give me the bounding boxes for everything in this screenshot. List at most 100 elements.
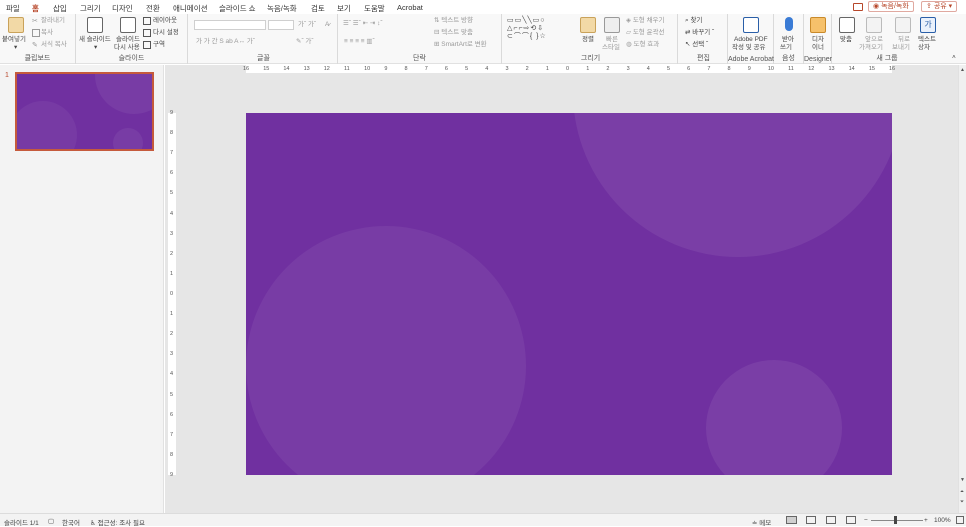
font-style-buttons[interactable]: 가 가 간 S ab A↔ 가ˇ <box>196 38 255 46</box>
tab-slideshow[interactable]: 슬라이드 쇼 <box>219 3 256 14</box>
quick-styles-line2[interactable]: 스타일 <box>602 44 620 52</box>
textbox-line2[interactable]: 상자 <box>918 44 930 52</box>
designer-line1[interactable]: 디자 <box>812 36 824 44</box>
slide-thumbnail[interactable] <box>15 72 154 151</box>
reuse-slides-icon[interactable] <box>120 17 136 33</box>
smartart-button[interactable]: ⊞ SmartArt로 변환 <box>434 41 487 49</box>
tab-file[interactable]: 파일 <box>6 3 20 14</box>
slide-canvas[interactable] <box>246 113 892 475</box>
layout-button[interactable]: 레이아웃 <box>153 17 177 25</box>
zoom-in-icon[interactable]: + <box>924 517 928 524</box>
tab-transitions[interactable]: 전환 <box>146 3 160 14</box>
quick-styles-line1[interactable]: 빠른 <box>606 36 618 44</box>
paste-button[interactable]: 붙여넣기 <box>2 36 26 44</box>
spellcheck-icon[interactable]: ▢ <box>48 517 54 525</box>
shape-fill-button[interactable]: ◈ 도형 채우기 <box>626 17 665 25</box>
list-buttons[interactable]: ☰ˇ ☰ˇ ⇤ ⇥ ↕ˇ <box>343 20 383 28</box>
font-group: 가ˆ 가ˇ A̷ 가 가 간 S ab A↔ 가ˇ ✎ˇ 가ˇ 글꼴 <box>190 14 338 64</box>
v-ruler-label: 7 <box>170 150 174 157</box>
designer-line2[interactable]: 이너 <box>812 44 824 52</box>
arrange-button[interactable]: 정렬 <box>582 36 594 44</box>
align-button[interactable]: 맞춤 <box>840 36 852 44</box>
tab-help[interactable]: 도움말 <box>364 3 385 14</box>
text-direction-button[interactable]: ⇅ 텍스트 방향 <box>434 17 473 25</box>
h-ruler-label: 14 <box>283 66 290 72</box>
tab-acrobat[interactable]: Acrobat <box>397 3 423 12</box>
tab-review[interactable]: 검토 <box>311 3 325 14</box>
next-slide-icon[interactable]: ⏷ <box>960 499 964 505</box>
h-ruler-label: 1 <box>586 66 590 72</box>
reuse-slides-line2[interactable]: 다시 사용 <box>114 44 140 52</box>
tab-design[interactable]: 디자인 <box>112 3 133 14</box>
adobe-pdf-line1[interactable]: Adobe PDF <box>734 36 768 44</box>
font-name-combobox[interactable] <box>194 20 266 30</box>
tab-record[interactable]: 녹음/녹화 <box>267 3 297 14</box>
zoom-slider[interactable] <box>871 520 923 521</box>
microphone-icon[interactable] <box>785 17 793 31</box>
align-icon[interactable] <box>839 17 855 33</box>
tab-home[interactable]: 홈 <box>32 3 39 17</box>
new-slide-button[interactable]: 새 슬라이드 <box>79 36 111 44</box>
copy-button[interactable]: 복사 <box>41 29 53 37</box>
shape-outline-button[interactable]: ▱ 도형 윤곽선 <box>626 29 665 37</box>
dictate-line2[interactable]: 쓰기 <box>780 44 792 52</box>
font-color-icons[interactable]: ✎ˇ 가ˇ <box>296 38 314 46</box>
quick-styles-icon[interactable] <box>604 17 620 33</box>
bring-forward-icon[interactable] <box>866 17 882 33</box>
find-button[interactable]: ⌕ 찾기 <box>685 17 702 25</box>
reuse-slides-line1[interactable]: 슬라이드 <box>116 36 140 44</box>
scroll-up-icon[interactable]: ▲ <box>960 67 965 73</box>
slideshow-view-icon[interactable] <box>846 516 856 524</box>
send-backward-line2[interactable]: 보내기 <box>892 44 910 52</box>
zoom-slider-thumb[interactable] <box>894 516 897 524</box>
send-backward-line1[interactable]: 뒤로 <box>898 36 910 44</box>
reading-view-icon[interactable] <box>826 516 836 524</box>
prev-slide-icon[interactable]: ⏶ <box>960 489 964 495</box>
textbox-icon[interactable]: 가 <box>920 17 936 33</box>
tab-view[interactable]: 보기 <box>337 3 351 14</box>
select-button[interactable]: ↖ 선택 ˇ <box>685 41 708 49</box>
editing-group-label: 편집 <box>697 55 710 62</box>
normal-view-icon[interactable] <box>786 516 797 524</box>
designer-icon[interactable] <box>810 17 826 33</box>
bring-forward-line2[interactable]: 가져오기 <box>859 44 883 52</box>
reset-button[interactable]: 다시 설정 <box>153 29 179 37</box>
zoom-level[interactable]: 100% <box>934 517 951 524</box>
fit-to-window-icon[interactable] <box>956 516 964 524</box>
bring-forward-line1[interactable]: 앞으로 <box>865 36 883 44</box>
zoom-out-icon[interactable]: − <box>864 517 868 524</box>
format-painter-button[interactable]: 서식 복사 <box>41 41 67 49</box>
v-ruler-label: 3 <box>170 351 174 358</box>
font-size-combobox[interactable] <box>268 20 294 30</box>
record-button[interactable]: ◉ 녹음/녹화 <box>868 1 914 12</box>
tab-insert[interactable]: 삽입 <box>53 3 67 14</box>
cut-button[interactable]: 잘라내기 <box>41 17 65 25</box>
tab-animations[interactable]: 애니메이션 <box>173 3 208 14</box>
new-slide-icon[interactable] <box>87 17 103 33</box>
dictate-line1[interactable]: 받아 <box>782 36 794 44</box>
section-button[interactable]: 구역 <box>153 41 165 49</box>
h-ruler-label: 0 <box>566 66 570 72</box>
share-button[interactable]: ⇪ 공유 ▾ <box>921 1 958 12</box>
align-buttons[interactable]: ≡ ≡ ≡ ≡ ▥ˇ <box>344 38 375 46</box>
shapes-gallery[interactable]: ▭▭╲╲▭○ △⌐⌐⇨⟲⇩ ⊂⌒⌒{ }☆ <box>507 17 547 41</box>
vertical-scrollbar[interactable]: ▲ ▼ ⏶ ⏷ <box>958 65 966 513</box>
scroll-down-icon[interactable]: ▼ <box>960 477 965 483</box>
replace-button[interactable]: ⇄ 바꾸기 ˇ <box>685 29 714 37</box>
slide-sorter-icon[interactable] <box>806 516 816 524</box>
comments-icon[interactable] <box>853 3 863 11</box>
font-grow-shrink-icons[interactable]: 가ˆ 가ˇ <box>298 21 316 29</box>
v-ruler-label: 7 <box>170 431 174 438</box>
shape-effects-button[interactable]: ◍ 도형 효과 <box>626 41 659 49</box>
send-backward-icon[interactable] <box>895 17 911 33</box>
textbox-line1[interactable]: 텍스트 <box>918 36 936 44</box>
adobe-pdf-icon[interactable] <box>743 17 759 33</box>
clear-format-icon[interactable]: A̷ <box>325 21 329 29</box>
paste-icon[interactable] <box>8 17 24 33</box>
arrange-icon[interactable] <box>580 17 596 33</box>
tab-draw[interactable]: 그리기 <box>80 3 101 14</box>
cut-icon: ✂ <box>32 18 38 25</box>
collapse-ribbon-icon[interactable]: ˄ <box>952 54 956 62</box>
align-text-button[interactable]: ⊟ 텍스트 맞춤 <box>434 29 473 37</box>
adobe-pdf-line2[interactable]: 작성 및 공유 <box>732 44 766 52</box>
